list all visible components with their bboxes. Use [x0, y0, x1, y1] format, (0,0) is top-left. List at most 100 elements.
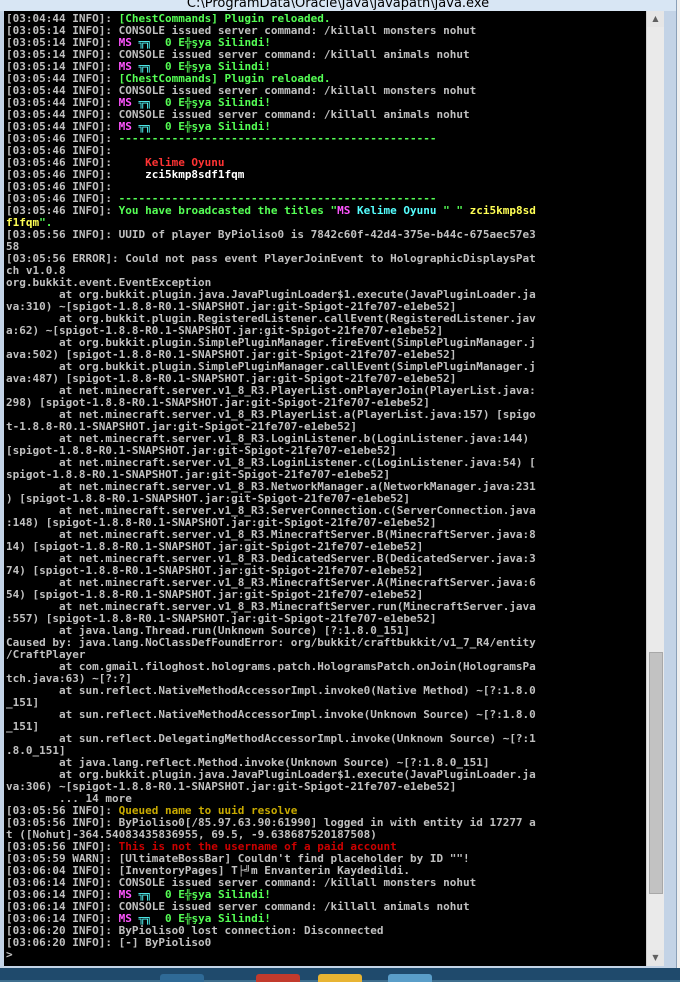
console-text: [03:04:44 INFO]: — [6, 13, 119, 25]
console-text: :148) [spigot-1.8.8-R0.1-SNAPSHOT.jar:gi… — [6, 517, 437, 529]
console-line: _151] — [6, 721, 646, 733]
console-text: 0 — [164, 61, 179, 73]
console-text: [03:05:14 INFO]: — [6, 61, 119, 73]
console-text: tch.java:63) ~[?:?] — [6, 673, 132, 685]
console-line: at net.minecraft.server.v1_8_R3.Minecraf… — [6, 601, 646, 613]
console-line: spigot-1.8.8-R0.1-SNAPSHOT.jar:git-Spigo… — [6, 469, 646, 481]
window-title: C:\ProgramData\Oracle\Java\javapath\java… — [186, 0, 490, 11]
console-line: [03:05:56 ERROR]: Could not pass event P… — [6, 253, 646, 265]
console-line: [03:05:56 INFO]: This is not the usernam… — [6, 841, 646, 853]
console-text: [03:06:14 INFO]: — [6, 913, 119, 925]
console-line: at java.lang.Thread.run(Unknown Source) … — [6, 625, 646, 637]
console-text: at sun.reflect.DelegatingMethodAccessorI… — [6, 733, 536, 745]
console-text: at net.minecraft.server.v1_8_R3.NetworkM… — [6, 481, 536, 493]
console-text: Kelime Oyunu — [145, 157, 225, 169]
console-text: :557) [spigot-1.8.8-R0.1-SNAPSHOT.jar:gi… — [6, 613, 437, 625]
console-line: at net.minecraft.server.v1_8_R3.LoginLis… — [6, 433, 646, 445]
console-line: ) [spigot-1.8.8-R0.1-SNAPSHOT.jar:git-Sp… — [6, 493, 646, 505]
console-text: 74) [spigot-1.8.8-R0.1-SNAPSHOT.jar:git-… — [6, 565, 424, 577]
scroll-up-button[interactable]: ▲ — [647, 11, 664, 27]
console-line: :557) [spigot-1.8.8-R0.1-SNAPSHOT.jar:gi… — [6, 613, 646, 625]
console-text: [03:05:14 INFO]: CONSOLE issued server c… — [6, 49, 470, 61]
console-line: at net.minecraft.server.v1_8_R3.Minecraf… — [6, 529, 646, 541]
console-text: spigot-1.8.8-R0.1-SNAPSHOT.jar:git-Spigo… — [6, 469, 391, 481]
console-line: at java.lang.reflect.Method.invoke(Unkno… — [6, 757, 646, 769]
console-text: ╦╗ — [131, 121, 165, 133]
console-text: MS — [337, 205, 351, 217]
console-text: E╬şya Silindi! — [178, 61, 271, 73]
console-text: at com.gmail.filoghost.holograms.patch.H… — [6, 661, 536, 673]
console-line: 54) [spigot-1.8.8-R0.1-SNAPSHOT.jar:git-… — [6, 589, 646, 601]
console-text: at net.minecraft.server.v1_8_R3.Dedicate… — [6, 553, 536, 565]
console-text: va:306) ~[spigot-1.8.8-R0.1-SNAPSHOT.jar… — [6, 781, 457, 793]
console-line: at sun.reflect.NativeMethodAccessorImpl.… — [6, 709, 646, 721]
console-text: ╦╗ — [131, 61, 165, 73]
console-line: f1fqm". — [6, 217, 646, 229]
console-text: E╬şya Silindi! — [178, 97, 271, 109]
console-line: ch v1.0.8 — [6, 265, 646, 277]
taskbar-app-button[interactable] — [388, 974, 432, 982]
scroll-down-button[interactable]: ▼ — [647, 950, 664, 966]
console-text: at org.bukkit.plugin.RegisteredListener.… — [6, 313, 536, 325]
console-line: at org.bukkit.plugin.java.JavaPluginLoad… — [6, 289, 646, 301]
console-line: [03:05:46 INFO]: — [6, 181, 646, 193]
console-text: E╬şya Silindi! — [178, 121, 271, 133]
console-text: E╬şya Silindi! — [178, 37, 271, 49]
console-line: at sun.reflect.NativeMethodAccessorImpl.… — [6, 685, 646, 697]
console-text: [03:05:56 INFO]: — [6, 841, 119, 853]
console-text: 0 — [164, 121, 179, 133]
console-text: MS — [118, 889, 132, 901]
console-text: " " — [436, 205, 470, 217]
console-text: MS — [118, 97, 132, 109]
console-line: 58 — [6, 241, 646, 253]
console-line: [03:06:20 INFO]: [-] ByPioliso0 — [6, 937, 646, 949]
console-text: You have broadcasted the titles " — [118, 205, 338, 217]
console-text: [03:05:46 INFO]: — [6, 205, 119, 217]
console-line: 74) [spigot-1.8.8-R0.1-SNAPSHOT.jar:git-… — [6, 565, 646, 577]
console-text: at sun.reflect.NativeMethodAccessorImpl.… — [6, 709, 536, 721]
console-line: [03:06:14 INFO]: MS ╦╗ 0 E╬şya Silindi! — [6, 913, 646, 925]
console-text: Caused by: java.lang.NoClassDefFoundErro… — [6, 637, 536, 649]
console-text: [03:06:14 INFO]: CONSOLE issued server c… — [6, 877, 477, 889]
console-line: at net.minecraft.server.v1_8_R3.LoginLis… — [6, 457, 646, 469]
console-line: [03:05:14 INFO]: CONSOLE issued server c… — [6, 25, 646, 37]
console-text: ----------------------------------------… — [118, 193, 437, 205]
console-text: at net.minecraft.server.v1_8_R3.ServerCo… — [6, 505, 536, 517]
console-line: :148) [spigot-1.8.8-R0.1-SNAPSHOT.jar:gi… — [6, 517, 646, 529]
console-text: [03:05:46 INFO]: — [6, 157, 146, 169]
console-text: ch v1.0.8 — [6, 265, 66, 277]
console-line: /CraftPlayer — [6, 649, 646, 661]
console-line: [03:05:46 INFO]: — [6, 145, 646, 157]
console-line: [03:05:14 INFO]: CONSOLE issued server c… — [6, 49, 646, 61]
console-line: 14) [spigot-1.8.8-R0.1-SNAPSHOT.jar:git-… — [6, 541, 646, 553]
console-line: at net.minecraft.server.v1_8_R3.ServerCo… — [6, 505, 646, 517]
console-text: [03:06:04 INFO]: [InventoryPages] T├╝m E… — [6, 865, 410, 877]
title-bar[interactable]: C:\ProgramData\Oracle\Java\javapath\java… — [0, 0, 676, 11]
taskbar-app-button[interactable] — [160, 974, 204, 982]
taskbar-app-button[interactable] — [318, 974, 362, 982]
taskbar-app-button[interactable] — [256, 974, 300, 982]
console-text: > — [6, 949, 13, 961]
console-text: t ([Nohut]-364.54083435836955, 69.5, -9.… — [6, 829, 377, 841]
console-line: [03:05:44 INFO]: MS ╦╗ 0 E╬şya Silindi! — [6, 121, 646, 133]
vertical-scrollbar[interactable]: ▲ ▼ — [646, 11, 664, 966]
console-line: [03:06:04 INFO]: [InventoryPages] T├╝m E… — [6, 865, 646, 877]
console-text: ... 14 more — [6, 793, 132, 805]
console-line: [03:05:56 INFO]: UUID of player ByPiolis… — [6, 229, 646, 241]
console-line: [03:05:59 WARN]: [UltimateBossBar] Could… — [6, 853, 646, 865]
console-line: at org.bukkit.plugin.java.JavaPluginLoad… — [6, 769, 646, 781]
console-line: at net.minecraft.server.v1_8_R3.PlayerLi… — [6, 409, 646, 421]
console-output[interactable]: [03:04:44 INFO]: [ChestCommands] Plugin … — [4, 11, 646, 966]
scrollbar-thumb[interactable] — [649, 652, 663, 894]
console-text: [ChestCommands] Plugin reloaded. — [118, 73, 331, 85]
console-text: at sun.reflect.NativeMethodAccessorImpl.… — [6, 685, 536, 697]
console-text: at net.minecraft.server.v1_8_R3.PlayerLi… — [6, 409, 536, 421]
console-text: zci5kmp8sdf1fqm — [145, 169, 245, 181]
console-line: [03:06:14 INFO]: CONSOLE issued server c… — [6, 877, 646, 889]
console-line: ava:502) [spigot-1.8.8-R0.1-SNAPSHOT.jar… — [6, 349, 646, 361]
console-text: [03:05:46 INFO]: — [6, 193, 119, 205]
console-line: ... 14 more — [6, 793, 646, 805]
console-text: ╦╗ — [131, 37, 165, 49]
console-text: /CraftPlayer — [6, 649, 86, 661]
console-text: .8.0_151] — [6, 745, 66, 757]
